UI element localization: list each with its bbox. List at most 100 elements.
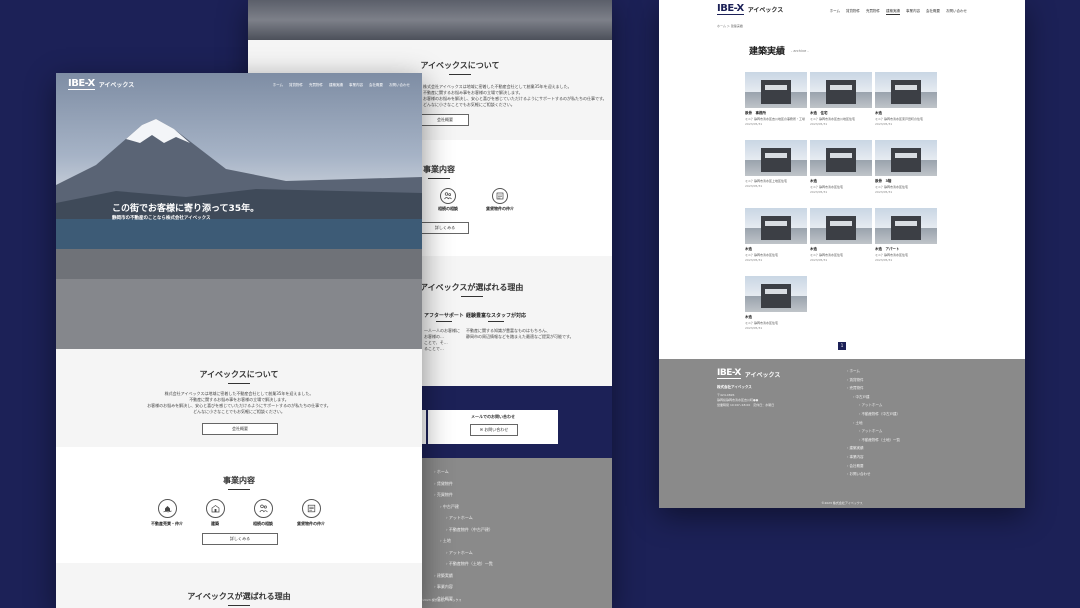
nav-item-rental[interactable]: 賃貸物件 bbox=[289, 83, 303, 88]
service-inheritance[interactable]: 相続の相談 bbox=[438, 188, 458, 212]
footer-link[interactable]: アットホーム bbox=[847, 401, 900, 410]
footer-link[interactable]: 土地 bbox=[847, 419, 900, 428]
work-card[interactable]: 木造 ミニ？静岡市清水区住宅 2023/05/31 bbox=[745, 276, 807, 330]
work-desc: ミニ？静岡市清水区吉川地区住宅 bbox=[810, 117, 856, 121]
nav-item-sale[interactable]: 売買物件 bbox=[309, 83, 323, 88]
nav-item-business[interactable]: 事業内容 bbox=[349, 83, 363, 88]
work-desc: ミニ？静岡市清水区上地区住宅 bbox=[745, 179, 788, 183]
work-card[interactable]: 木造 アパート ミニ？静岡市清水区住宅 2023/05/31 bbox=[875, 208, 937, 262]
work-card[interactable]: 鉄骨 3階 ミニ？静岡市清水区住宅 2023/05/31 bbox=[875, 140, 937, 194]
business-more-button[interactable]: 詳しくみる bbox=[202, 533, 278, 545]
nav-item-contact[interactable]: お問い合わせ bbox=[946, 9, 967, 15]
footer-link[interactable]: 建築実績 bbox=[434, 570, 493, 582]
nav-item-company[interactable]: 会社概要 bbox=[926, 9, 940, 15]
footer-link[interactable]: 事業内容 bbox=[434, 581, 493, 593]
breadcrumb[interactable]: ホーム ＞ 建築実績 bbox=[717, 24, 743, 28]
logo-mark: IBE-X bbox=[717, 3, 744, 15]
work-title: 木造 bbox=[875, 111, 882, 115]
service-sale-brokerage[interactable]: 不動産売買・仲介 bbox=[151, 499, 183, 527]
work-card[interactable]: 木造 ミニ？静岡市清水区住宅 2023/05/31 bbox=[745, 208, 807, 262]
service-inheritance[interactable]: 相続の相談 bbox=[250, 499, 276, 527]
work-photo bbox=[810, 208, 872, 244]
footer-link[interactable]: 賃貸物件 bbox=[434, 478, 493, 490]
nav-item-business[interactable]: 事業内容 bbox=[906, 9, 920, 15]
why-point-title: 経験豊富なスタッフが対応 bbox=[466, 312, 526, 322]
footer-link[interactable]: お問い合わせ bbox=[847, 470, 900, 479]
hero-subline: 静岡市の不動産のことなら株式会社アイベックス bbox=[112, 216, 211, 221]
about-text: 株式会社アイベックスは地域に密着した不動産会社として創業35年を迎えました。 不… bbox=[56, 391, 422, 415]
nav-item-rental[interactable]: 賃貸物件 bbox=[846, 9, 860, 15]
service-rental[interactable]: 賃貸物件の仲介 bbox=[486, 188, 514, 212]
footer-link[interactable]: 賃貸物件 bbox=[847, 376, 900, 385]
footer-link[interactable]: アットホーム bbox=[434, 512, 493, 524]
work-title: 木造 住宅 bbox=[810, 111, 828, 115]
nav-item-home[interactable]: ホーム bbox=[273, 83, 283, 88]
site-logo[interactable]: IBE-X アイベックス bbox=[68, 79, 134, 90]
document-icon bbox=[301, 499, 321, 518]
nav-item-contact[interactable]: お問い合わせ bbox=[389, 83, 410, 88]
logo-name: アイベックス bbox=[744, 371, 781, 379]
footer-link[interactable]: アットホーム bbox=[434, 547, 493, 559]
footer-link[interactable]: 不動産物件（土地）一覧 bbox=[847, 436, 901, 445]
footer: IBE-X アイベックス 株式会社アイベックス 〒424-0826 静岡県静岡市… bbox=[659, 359, 1025, 508]
mail-contact-button-label: お問い合わせ bbox=[484, 427, 509, 432]
mail-contact-label: メールでのお問い合わせ bbox=[471, 414, 515, 419]
work-desc: ミニ？静岡市清水区吉川地区の事務所・工場 bbox=[745, 117, 806, 121]
footer-link[interactable]: 売買物件 bbox=[434, 489, 493, 501]
footer-link[interactable]: 不動産物件（中古戸建） bbox=[847, 410, 901, 419]
work-desc: ミニ？静岡市清水区住宅 bbox=[875, 253, 909, 257]
copyright: ©2023 株式会社アイベックス bbox=[821, 501, 863, 505]
work-date: 2023/05/31 bbox=[810, 122, 828, 126]
nav-item-company[interactable]: 会社概要 bbox=[369, 83, 383, 88]
mail-contact-button[interactable]: ✉ お問い合わせ bbox=[470, 424, 518, 436]
work-card[interactable]: ミニ？静岡市清水区上地区住宅 2023/05/31 bbox=[745, 140, 807, 188]
footer-link[interactable]: 不動産物件（土地）一覧 bbox=[434, 558, 493, 570]
pagination-current[interactable]: 1 bbox=[838, 342, 846, 350]
footer-address: 〒424-0826 静岡県静岡市清水区吉川町●● 営業時間 10:00～18:0… bbox=[717, 393, 774, 408]
work-date: 2023/05/31 bbox=[875, 122, 893, 126]
building-icon bbox=[205, 499, 225, 518]
footer-link[interactable]: 中古戸建 bbox=[847, 393, 900, 402]
services-row: 不動産売買・仲介 建築 相続の相談 賃貸物件の仲介 bbox=[56, 499, 422, 527]
company-profile-button[interactable]: 会社概要 bbox=[421, 114, 469, 126]
work-title: 木造 bbox=[745, 247, 752, 251]
footer-link[interactable]: ホーム bbox=[847, 367, 900, 376]
service-rental[interactable]: 賃貸物件の仲介 bbox=[297, 499, 325, 527]
footer-link[interactable]: 事業内容 bbox=[847, 453, 900, 462]
business-more-button[interactable]: 詳しくみる bbox=[421, 222, 469, 234]
footer-link[interactable]: 売買物件 bbox=[847, 384, 900, 393]
nav-item-sale[interactable]: 売買物件 bbox=[866, 9, 880, 15]
footer-link[interactable]: 会社概要 bbox=[847, 462, 900, 471]
work-card[interactable]: 木造 住宅 ミニ？静岡市清水区吉川地区住宅 2023/05/31 bbox=[810, 72, 872, 126]
mockup-works-page: IBE-X アイベックス ホーム 賃貸物件 売買物件 建築実績 事業内容 会社概… bbox=[659, 0, 1025, 508]
copyright: ©2023 株式会社アイベックス bbox=[420, 598, 462, 602]
footer-link[interactable]: 中古戸建 bbox=[434, 501, 493, 513]
footer-link[interactable]: アットホーム bbox=[847, 427, 900, 436]
work-photo bbox=[745, 208, 807, 244]
why-point-text: 不動産に関する知識が豊富なものはもちろん、 静岡市の周辺情報などを踏まえた最適な… bbox=[466, 328, 574, 340]
logo-mark: IBE-X bbox=[68, 78, 95, 90]
nav-item-home[interactable]: ホーム bbox=[830, 9, 840, 15]
footer-link[interactable]: ホーム bbox=[434, 466, 493, 478]
nav-item-works[interactable]: 建築実績 bbox=[329, 83, 343, 88]
nav-item-works[interactable]: 建築実績 bbox=[886, 9, 900, 15]
work-photo bbox=[745, 140, 807, 176]
footer-link[interactable]: 土地 bbox=[434, 535, 493, 547]
service-construction[interactable]: 建築 bbox=[202, 499, 228, 527]
family-icon bbox=[253, 499, 273, 518]
work-card[interactable]: 木造 ミニ？静岡市清水区東戸田町の住宅 2023/05/31 bbox=[875, 72, 937, 126]
global-nav: ホーム 賃貸物件 売買物件 建築実績 事業内容 会社概要 お問い合わせ bbox=[830, 9, 967, 15]
work-photo bbox=[875, 208, 937, 244]
work-card[interactable]: 木造 ミニ？静岡市清水区住宅 2023/05/31 bbox=[810, 140, 872, 194]
service-label: 建築 bbox=[211, 521, 219, 526]
footer-link[interactable]: 建築実績 bbox=[847, 444, 900, 453]
footer-links: ホーム 賃貸物件 売買物件 中古戸建 アットホーム 不動産物件（中古戸建） 土地… bbox=[847, 367, 901, 479]
footer-logo[interactable]: IBE-X アイベックス bbox=[717, 369, 780, 379]
work-card[interactable]: 鉄骨 事務所 ミニ？静岡市清水区吉川地区の事務所・工場 2023/05/31 bbox=[745, 72, 807, 126]
footer-link[interactable]: 不動産物件（中古戸建） bbox=[434, 524, 493, 536]
service-label: 賃貸物件の仲介 bbox=[297, 521, 325, 526]
work-card[interactable]: 木造 ミニ？静岡市清水区住宅 2023/05/31 bbox=[810, 208, 872, 262]
company-profile-button[interactable]: 会社概要 bbox=[202, 423, 278, 435]
site-logo[interactable]: IBE-X アイベックス bbox=[717, 4, 783, 15]
work-date: 2023/05/31 bbox=[810, 190, 828, 194]
